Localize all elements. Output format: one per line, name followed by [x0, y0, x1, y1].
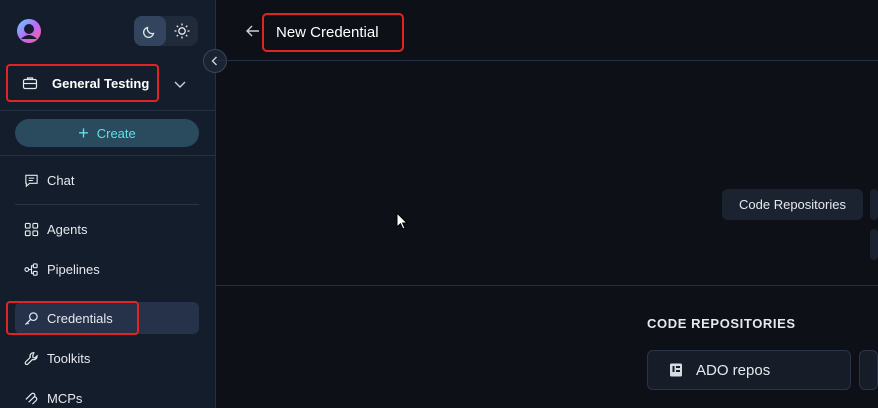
nav-item-toolkits[interactable]: Toolkits — [15, 342, 199, 374]
key-icon — [23, 310, 39, 326]
mouse-cursor — [396, 211, 409, 235]
category-chip-partial[interactable] — [870, 189, 878, 220]
repo-icon — [668, 362, 684, 378]
theme-toggle — [134, 16, 198, 46]
arrow-left-icon — [246, 25, 259, 37]
page-header: New Credential — [216, 0, 878, 61]
dark-mode-button[interactable] — [134, 16, 166, 46]
divider — [0, 155, 215, 156]
credential-card-ado-repos[interactable]: ADO repos — [647, 350, 851, 390]
project-selector[interactable]: General Testing — [6, 64, 159, 102]
grid-icon — [23, 221, 39, 237]
card-label: ADO repos — [696, 361, 771, 379]
moon-icon — [142, 26, 155, 39]
sun-icon — [174, 23, 190, 39]
wrench-icon — [23, 350, 39, 366]
nav-item-pipelines[interactable]: Pipelines — [15, 253, 199, 285]
project-name: General Testing — [52, 75, 150, 91]
category-chip-code-repositories[interactable]: Code Repositories — [722, 189, 863, 220]
credential-card-partial[interactable] — [859, 350, 878, 390]
nav-item-agents[interactable]: Agents — [15, 213, 199, 245]
app-logo[interactable] — [14, 16, 44, 46]
nav-label-mcps: MCPs — [47, 390, 83, 406]
create-label: Create — [96, 125, 136, 141]
section-divider — [216, 285, 878, 286]
sidebar: General Testing + Create Chat Agents Pip… — [0, 0, 216, 408]
mcp-icon — [23, 390, 39, 406]
category-chip-label: Code Repositories — [739, 197, 846, 212]
nav-label-credentials: Credentials — [47, 310, 113, 326]
nav-label-agents: Agents — [47, 221, 88, 237]
page-title: New Credential — [276, 24, 379, 41]
chevron-down-icon[interactable] — [172, 76, 188, 92]
briefcase-icon — [22, 77, 38, 90]
nav-item-chat[interactable]: Chat — [15, 164, 199, 196]
chat-icon — [23, 172, 39, 188]
nav-label-chat: Chat — [47, 172, 75, 188]
divider — [0, 110, 215, 111]
section-title: CODE REPOSITORIES — [647, 316, 796, 331]
category-chip-partial[interactable] — [870, 229, 878, 260]
page-title-box: New Credential — [262, 13, 404, 52]
nav-label-pipelines: Pipelines — [47, 261, 100, 277]
light-mode-button[interactable] — [166, 16, 198, 46]
nav-divider — [15, 204, 199, 205]
create-button[interactable]: + Create — [15, 119, 199, 147]
nav-item-mcps[interactable]: MCPs — [15, 382, 199, 408]
pipeline-icon — [23, 261, 39, 277]
back-button[interactable] — [244, 22, 262, 40]
nav-label-toolkits: Toolkits — [47, 350, 91, 366]
nav-item-credentials[interactable]: Credentials — [15, 302, 199, 334]
plus-icon: + — [78, 123, 89, 143]
